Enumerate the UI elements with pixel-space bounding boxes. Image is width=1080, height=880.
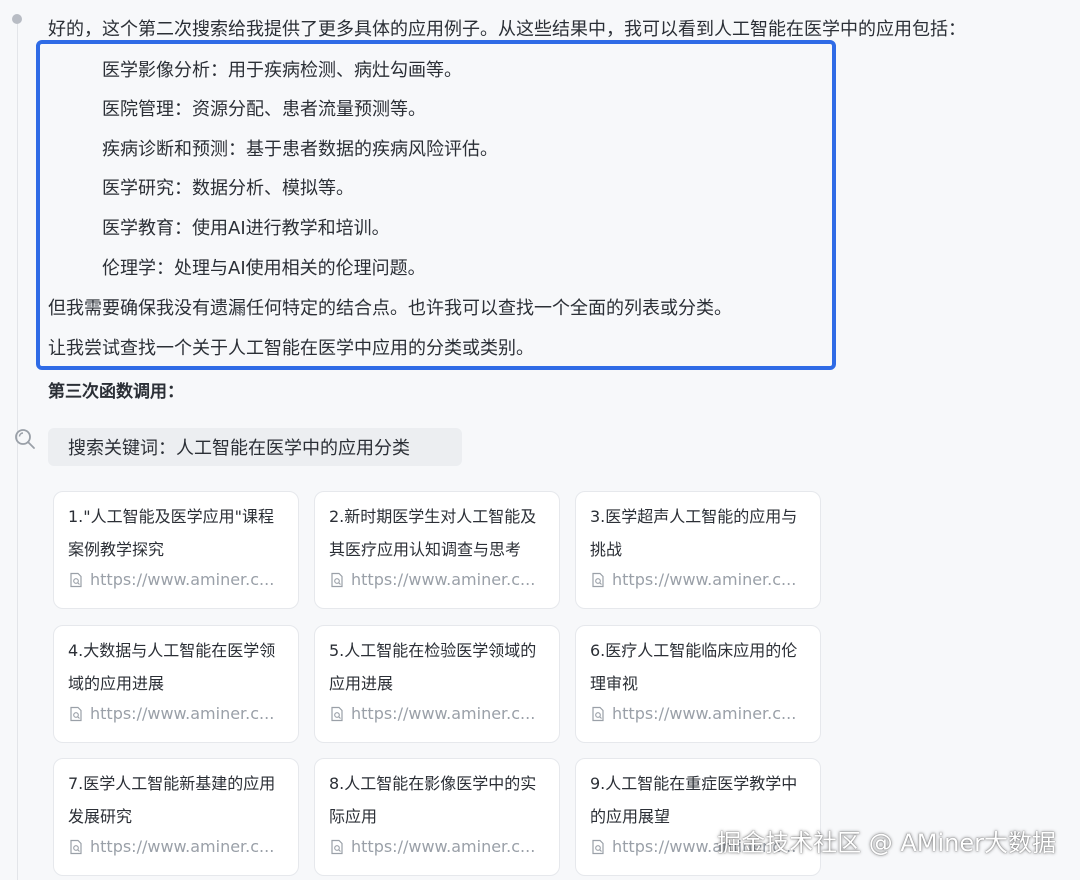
result-url: https://www.aminer.c...	[351, 837, 536, 856]
document-search-icon	[592, 839, 604, 854]
application-item: 医学研究：数据分析、模拟等。	[102, 178, 354, 199]
result-card[interactable]: 3.医学超声人工智能的应用与挑战 https://www.aminer.c...	[575, 491, 821, 609]
result-card[interactable]: 4.大数据与人工智能在医学领域的应用进展 https://www.aminer.…	[53, 625, 299, 743]
result-card[interactable]: 8.人工智能在影像医学中的实际应用 https://www.aminer.c..…	[314, 758, 560, 876]
result-card[interactable]: 5.人工智能在检验医学领域的应用进展 https://www.aminer.c.…	[314, 625, 560, 743]
result-link[interactable]: https://www.aminer.c...	[329, 837, 545, 856]
document-search-icon	[331, 839, 343, 854]
application-item: 疾病诊断和预测：基于患者数据的疾病风险评估。	[102, 139, 498, 160]
result-title: 6.医疗人工智能临床应用的伦理审视	[590, 641, 798, 693]
result-link[interactable]: https://www.aminer.c...	[329, 570, 545, 589]
result-card[interactable]: 6.医疗人工智能临床应用的伦理审视 https://www.aminer.c..…	[575, 625, 821, 743]
document-search-icon	[592, 706, 604, 721]
paragraph-next-step: 让我尝试查找一个关于人工智能在医学中应用的分类或类别。	[48, 338, 534, 359]
result-title: 2.新时期医学生对人工智能及其医疗应用认知调查与思考	[329, 507, 537, 559]
search-icon	[15, 429, 35, 449]
intro-text: 好的，这个第二次搜索给我提供了更多具体的应用例子。从这些结果中，我可以看到人工智…	[48, 19, 966, 40]
result-link[interactable]: https://www.aminer.c...	[590, 570, 806, 589]
timeline-dot	[12, 14, 22, 24]
document-search-icon	[70, 839, 82, 854]
application-item: 伦理学：处理与AI使用相关的伦理问题。	[102, 258, 426, 279]
result-url: https://www.aminer.c...	[90, 570, 275, 589]
result-link[interactable]: https://www.aminer.c...	[68, 837, 284, 856]
document-search-icon	[331, 572, 343, 587]
timeline-line	[17, 24, 18, 880]
application-item: 医院管理：资源分配、患者流量预测等。	[102, 99, 426, 120]
document-search-icon	[70, 572, 82, 587]
section-heading: 第三次函数调用：	[48, 382, 184, 402]
search-query-chip: 搜索关键词：人工智能在医学中的应用分类	[48, 428, 462, 466]
paragraph-check: 但我需要确保我没有遗漏任何特定的结合点。也许我可以查找一个全面的列表或分类。	[48, 298, 732, 319]
result-url: https://www.aminer.c...	[612, 570, 797, 589]
application-item: 医学教育：使用AI进行教学和培训。	[102, 218, 390, 239]
result-card[interactable]: 1."人工智能及医学应用"课程案例教学探究 https://www.aminer…	[53, 491, 299, 609]
result-title: 4.大数据与人工智能在医学领域的应用进展	[68, 641, 276, 693]
result-card[interactable]: 2.新时期医学生对人工智能及其医疗应用认知调查与思考 https://www.a…	[314, 491, 560, 609]
result-title: 5.人工智能在检验医学领域的应用进展	[329, 641, 537, 693]
result-title: 1."人工智能及医学应用"课程案例教学探究	[68, 507, 274, 559]
result-card[interactable]: 9.人工智能在重症医学教学中的应用展望 https://www.aminer.c…	[575, 758, 821, 876]
result-card[interactable]: 7.医学人工智能新基建的应用发展研究 https://www.aminer.c.…	[53, 758, 299, 876]
result-url: https://www.aminer.c...	[90, 704, 275, 723]
result-url: https://www.aminer.c...	[351, 570, 536, 589]
application-item: 医学影像分析：用于疾病检测、病灶勾画等。	[102, 60, 462, 81]
result-link[interactable]: https://www.aminer.c...	[590, 704, 806, 723]
result-link[interactable]: https://www.aminer.c...	[68, 570, 284, 589]
result-title: 8.人工智能在影像医学中的实际应用	[329, 774, 537, 826]
result-link[interactable]: https://www.aminer.c...	[329, 704, 545, 723]
result-title: 7.医学人工智能新基建的应用发展研究	[68, 774, 276, 826]
document-search-icon	[592, 572, 604, 587]
result-title: 3.医学超声人工智能的应用与挑战	[590, 507, 798, 559]
watermark: 掘金技术社区 @ AMiner大数据	[717, 829, 1056, 857]
result-url: https://www.aminer.c...	[612, 704, 797, 723]
document-search-icon	[70, 706, 82, 721]
document-search-icon	[331, 706, 343, 721]
result-link[interactable]: https://www.aminer.c...	[68, 704, 284, 723]
result-url: https://www.aminer.c...	[90, 837, 275, 856]
result-url: https://www.aminer.c...	[351, 704, 536, 723]
